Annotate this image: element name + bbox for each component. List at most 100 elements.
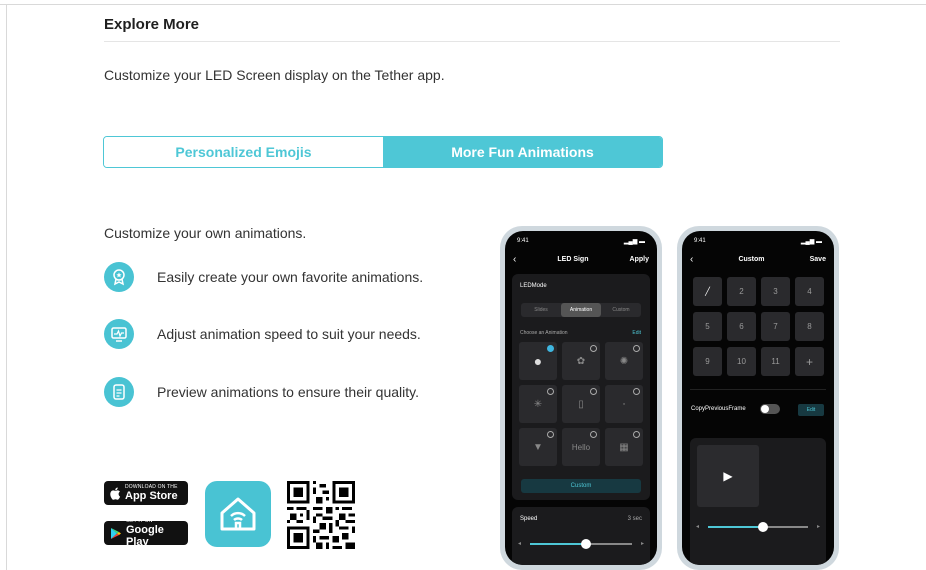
frame-top-border [0, 4, 926, 5]
badge-icon [104, 262, 134, 292]
playback-slider-knob[interactable] [758, 522, 768, 532]
gift-icon: ▦ [619, 441, 629, 453]
status-time: 9:41 [694, 238, 706, 244]
divider [690, 389, 826, 390]
animation-cell-gift[interactable]: ▦ [605, 428, 643, 466]
copy-frame-toggle[interactable] [760, 404, 780, 414]
frame-key[interactable]: 2 [727, 277, 756, 306]
feature-item: Easily create your own favorite animatio… [104, 262, 423, 292]
feature-text: Preview animations to ensure their quali… [157, 384, 419, 400]
frame-left-border [6, 4, 7, 570]
led-mode-panel: LEDMode Slides Animation Custom Choose a… [512, 274, 650, 500]
play-icon: ▶ [723, 469, 733, 483]
phone-title: Custom [738, 256, 765, 263]
rabbit-slow-icon: ◂ [518, 541, 522, 547]
radio [633, 345, 640, 352]
qr-code [287, 481, 355, 549]
back-icon[interactable]: ‹ [690, 254, 693, 265]
animation-cell-hello[interactable]: Hello [562, 428, 600, 466]
animation-cell-square[interactable]: ▫ [605, 385, 643, 423]
frame-key[interactable]: 9 [693, 347, 722, 376]
segment-animation[interactable]: Animation [561, 303, 601, 317]
rabbit-fast-icon: ▸ [816, 524, 820, 530]
radio [633, 388, 640, 395]
square-icon: ▫ [622, 400, 626, 408]
app-store-badge[interactable]: DOWNLOAD ON THE App Store [104, 481, 188, 505]
rabbit-slow-icon: ◂ [696, 524, 700, 530]
phone-screen: 9:41 ▂▄▆ ▬ ‹ LED Sign Apply LEDMode Slid… [505, 231, 657, 565]
frame-key[interactable]: 5 [693, 312, 722, 341]
phone-led-sign: 9:41 ▂▄▆ ▬ ‹ LED Sign Apply LEDMode Slid… [500, 226, 662, 570]
speed-value: 3 sec [627, 516, 642, 522]
animation-cell-cocktail[interactable]: ▼ [519, 428, 557, 466]
status-bar: 9:41 ▂▄▆ ▬ [694, 238, 822, 245]
frame-key[interactable]: 8 [795, 312, 824, 341]
phone-title: LED Sign [557, 256, 589, 263]
content-subheading: Customize your own animations. [104, 225, 307, 241]
monitor-pulse-icon [104, 319, 134, 349]
add-frame-key[interactable]: + [795, 347, 824, 376]
animation-cell-sparkle[interactable]: ✳ [519, 385, 557, 423]
tab-switcher: Personalized Emojis More Fun Animations [103, 136, 663, 168]
tab-personalized-emojis[interactable]: Personalized Emojis [104, 137, 383, 167]
tether-app-icon[interactable] [205, 481, 271, 547]
speed-slider-knob[interactable] [581, 539, 592, 549]
radio [547, 431, 554, 438]
brush-icon: ╱ [705, 287, 710, 296]
flower-icon: ✿ [576, 355, 586, 367]
preview-panel: ▶ ◂ ▸ [690, 438, 826, 565]
speed-label: Speed [520, 516, 538, 522]
pacman-icon: ● [533, 353, 543, 369]
feature-text: Easily create your own favorite animatio… [157, 269, 424, 285]
status-time: 9:41 [517, 238, 529, 244]
frame-key[interactable]: 6 [727, 312, 756, 341]
back-icon[interactable]: ‹ [513, 254, 516, 265]
play-store-icon [110, 527, 122, 540]
tab-more-fun-animations[interactable]: More Fun Animations [383, 137, 662, 167]
signal-battery-icon: ▂▄▆ ▬ [623, 239, 645, 245]
segment-custom[interactable]: Custom [601, 303, 641, 317]
edit-button[interactable]: Edit [798, 404, 824, 416]
preview-play-button[interactable]: ▶ [697, 445, 759, 507]
sun-icon: ✺ [619, 355, 629, 367]
frame-key[interactable]: 4 [795, 277, 824, 306]
document-icon [104, 377, 134, 407]
frame-key[interactable]: 3 [761, 277, 790, 306]
feature-text: Adjust animation speed to suit your need… [157, 326, 421, 342]
speed-slider-fill [530, 543, 587, 545]
custom-button[interactable]: Custom [521, 479, 641, 493]
edit-link[interactable]: Edit [632, 330, 641, 336]
segment-slides[interactable]: Slides [521, 303, 561, 317]
sparkle-icon: ✳ [533, 398, 543, 410]
animation-cell-pacman[interactable]: ● [519, 342, 557, 380]
signal-battery-icon: ▂▄▆ ▬ [800, 239, 822, 245]
speed-panel: Speed 3 sec ◂ ▸ [512, 507, 650, 565]
feature-item: Adjust animation speed to suit your need… [104, 319, 421, 349]
animation-cell-sun[interactable]: ✺ [605, 342, 643, 380]
intro-text: Customize your LED Screen display on the… [104, 67, 445, 83]
google-play-badge[interactable]: GET IT ON Google Play [104, 518, 188, 548]
led-mode-label: LEDMode [520, 283, 547, 289]
radio [590, 388, 597, 395]
radio [633, 431, 640, 438]
frame-key[interactable]: 11 [761, 347, 790, 376]
radio [590, 345, 597, 352]
mode-segmented-control: Slides Animation Custom [521, 303, 641, 317]
frame-key[interactable]: 10 [727, 347, 756, 376]
phone-navbar: ‹ LED Sign Apply [513, 254, 649, 265]
radio [590, 431, 597, 438]
animation-cell-flower[interactable]: ✿ [562, 342, 600, 380]
rabbit-fast-icon: ▸ [640, 541, 644, 547]
save-button[interactable]: Save [810, 256, 826, 263]
phone-custom: 9:41 ▂▄▆ ▬ ‹ Custom Save ╱ 2 3 4 5 6 7 8… [677, 226, 839, 570]
feature-item: Preview animations to ensure their quali… [104, 377, 419, 407]
frame-key[interactable]: 7 [761, 312, 790, 341]
copy-previous-frame-label: CopyPreviousFrame [691, 406, 746, 412]
brush-tool-key[interactable]: ╱ [693, 277, 722, 306]
apple-icon [110, 487, 121, 500]
animation-cell-bottle[interactable]: ▯ [562, 385, 600, 423]
cocktail-icon: ▼ [533, 441, 543, 453]
bottle-icon: ▯ [578, 398, 584, 410]
badge-big-text: Google Play [126, 524, 164, 548]
apply-button[interactable]: Apply [630, 256, 649, 263]
